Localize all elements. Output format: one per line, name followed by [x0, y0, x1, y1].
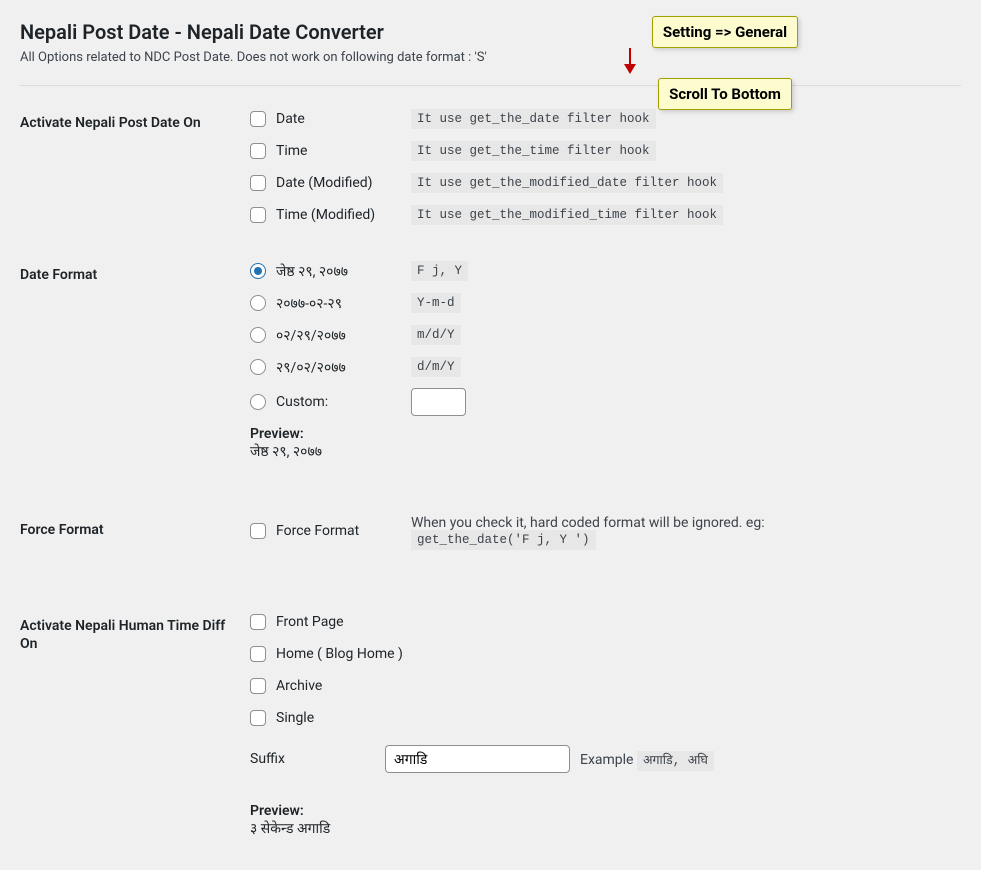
human-time-preview-value: ३ सेकेन्ड अगाडि	[250, 819, 951, 838]
custom-format-input[interactable]	[411, 388, 466, 416]
radio-format-dmy-label: २९/०२/२०७७	[276, 358, 401, 377]
hint-date-modified: It use get_the_modified_date filter hook	[411, 173, 723, 193]
suffix-input[interactable]	[385, 745, 570, 773]
radio-format-mdy[interactable]	[250, 327, 266, 343]
checkbox-front-page[interactable]	[250, 614, 266, 630]
checkbox-time[interactable]	[250, 143, 266, 159]
radio-format-custom-label: Custom:	[276, 394, 401, 410]
hint-time-modified: It use get_the_modified_time filter hook	[411, 205, 723, 225]
human-time-preview-label: Preview:	[250, 803, 951, 819]
checkbox-date[interactable]	[250, 111, 266, 127]
checkbox-time-label: Time	[276, 143, 401, 159]
checkbox-single[interactable]	[250, 710, 266, 726]
divider	[20, 85, 961, 86]
checkbox-archive-label: Archive	[276, 678, 322, 694]
date-format-preview-label: Preview:	[250, 426, 951, 442]
force-format-description: When you check it, hard coded format wil…	[411, 515, 951, 547]
checkbox-home[interactable]	[250, 646, 266, 662]
hint-format-dmy: d/m/Y	[411, 357, 461, 377]
checkbox-date-modified-label: Date (Modified)	[276, 175, 401, 191]
radio-format-ymd[interactable]	[250, 295, 266, 311]
hint-format-fjy: F j, Y	[411, 261, 468, 281]
checkbox-date-label: Date	[276, 111, 401, 127]
hint-date: It use get_the_date filter hook	[411, 109, 656, 129]
hint-time: It use get_the_time filter hook	[411, 141, 656, 161]
suffix-label: Suffix	[250, 751, 375, 767]
checkbox-date-modified[interactable]	[250, 175, 266, 191]
force-format-code-example: get_the_date('F j, Y ')	[411, 530, 596, 550]
date-format-preview-value: जेष्ठ २९, २०७७	[250, 442, 951, 461]
hint-format-ymd: Y-m-d	[411, 293, 461, 313]
radio-format-fjy-label: जेष्ठ २९, २०७७	[276, 262, 401, 281]
radio-format-mdy-label: ०२/२९/२०७७	[276, 326, 401, 345]
checkbox-single-label: Single	[276, 710, 314, 726]
suffix-example: Example अगाडि, अघि	[580, 751, 714, 768]
activate-post-date-heading: Activate Nepali Post Date On	[20, 96, 240, 248]
human-time-diff-heading: Activate Nepali Human Time Diff On	[20, 599, 240, 850]
callout-settings-general: Setting => General	[652, 16, 798, 48]
page-title: Nepali Post Date - Nepali Date Converter	[20, 20, 961, 44]
radio-format-ymd-label: २०७७-०२-२९	[276, 294, 401, 313]
checkbox-time-modified[interactable]	[250, 207, 266, 223]
suffix-example-code: अगाडि, अघि	[637, 751, 714, 771]
checkbox-front-page-label: Front Page	[276, 614, 344, 630]
hint-format-mdy: m/d/Y	[411, 325, 461, 345]
radio-format-custom[interactable]	[250, 394, 266, 410]
callout-scroll-bottom: Scroll To Bottom	[658, 78, 792, 110]
radio-format-dmy[interactable]	[250, 359, 266, 375]
date-format-heading: Date Format	[20, 248, 240, 503]
page-description: All Options related to NDC Post Date. Do…	[20, 50, 961, 65]
checkbox-archive[interactable]	[250, 678, 266, 694]
checkbox-home-label: Home ( Blog Home )	[276, 646, 403, 662]
checkbox-time-modified-label: Time (Modified)	[276, 207, 401, 223]
radio-format-fjy[interactable]	[250, 263, 266, 279]
checkbox-force-format-label: Force Format	[276, 523, 401, 539]
checkbox-force-format[interactable]	[250, 523, 266, 539]
force-format-heading: Force Format	[20, 503, 240, 599]
